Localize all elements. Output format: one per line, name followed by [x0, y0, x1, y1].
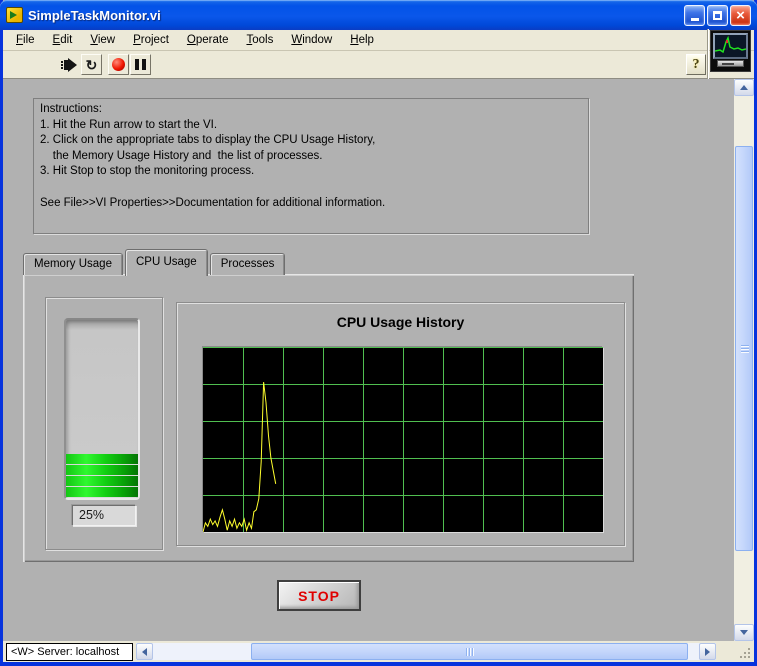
menu-tools[interactable]: Tools: [237, 31, 282, 49]
cpu-tank-container: 25%: [45, 297, 163, 550]
cpu-usage-tank: [64, 318, 140, 500]
abort-button[interactable]: [108, 54, 129, 75]
menu-bar: File Edit View Project Operate Tools Window Hel…: [3, 30, 754, 51]
labview-vi-icon: [6, 7, 23, 23]
tab-memory-usage[interactable]: Memory Usage: [23, 253, 123, 275]
menu-file[interactable]: File: [7, 31, 44, 49]
server-status: <W> Server: localhost: [6, 642, 133, 661]
cpu-usage-history-chart: [203, 347, 603, 532]
menu-help[interactable]: Help: [341, 31, 383, 49]
maximize-icon: [713, 10, 722, 20]
cpu-chart-container: CPU Usage History: [176, 302, 625, 546]
tab-processes[interactable]: Processes: [209, 253, 286, 275]
labview-vi-window: SimpleTaskMonitor.vi × File Edit View Proje…: [0, 0, 757, 666]
tank-fill-level: [66, 453, 138, 498]
continuous-run-icon: ↻: [85, 56, 98, 73]
vertical-scroll-thumb[interactable]: [735, 146, 753, 551]
pause-icon: [135, 59, 146, 70]
status-bar: <W> Server: localhost: [3, 641, 754, 662]
arrow-up-icon: [740, 85, 748, 90]
menu-window[interactable]: Window: [282, 31, 341, 49]
horizontal-scroll-thumb[interactable]: [251, 643, 689, 660]
cpu-usage-value: 25%: [72, 505, 136, 526]
maximize-button[interactable]: [707, 4, 728, 26]
window-title: SimpleTaskMonitor.vi: [28, 7, 161, 23]
front-panel: Instructions: 1. Hit the Run arrow to st…: [3, 79, 734, 641]
menu-edit[interactable]: Edit: [44, 31, 82, 49]
context-help-button[interactable]: ?: [686, 54, 706, 75]
labview-logo-icon: [710, 30, 751, 72]
scroll-down-button[interactable]: [734, 624, 754, 641]
close-icon: ×: [736, 6, 745, 24]
chart-title: CPU Usage History: [336, 314, 465, 330]
continuous-run-button[interactable]: ↻: [81, 54, 102, 75]
scroll-left-button[interactable]: [136, 643, 153, 660]
resize-grip[interactable]: [716, 641, 754, 662]
pause-button[interactable]: [130, 54, 151, 75]
instructions-text: Instructions: 1. Hit the Run arrow to st…: [33, 98, 589, 234]
toolbar-separator: [707, 29, 709, 79]
scroll-right-button[interactable]: [699, 643, 716, 660]
tab-control: Memory Usage CPU Usage Processes: [23, 248, 287, 276]
menu-operate[interactable]: Operate: [178, 31, 238, 49]
menu-project[interactable]: Project: [124, 31, 178, 49]
menu-view[interactable]: View: [81, 31, 124, 49]
arrow-right-icon: [705, 647, 710, 656]
close-button[interactable]: ×: [730, 4, 751, 26]
abort-icon: [112, 58, 125, 71]
toolbar: ↻ ?: [3, 29, 754, 79]
arrow-left-icon: [142, 647, 147, 656]
horizontal-scroll-track[interactable]: [153, 643, 699, 660]
minimize-icon: [690, 17, 699, 21]
horizontal-scrollbar[interactable]: [136, 643, 716, 660]
stop-button[interactable]: STOP: [277, 580, 361, 611]
title-bar[interactable]: SimpleTaskMonitor.vi ×: [0, 0, 757, 30]
tab-page-cpu-usage: 25% CPU Usage History: [23, 274, 634, 562]
run-arrow-icon: [61, 57, 77, 72]
run-button[interactable]: [59, 54, 80, 75]
vertical-scrollbar[interactable]: [734, 79, 754, 641]
minimize-button[interactable]: [684, 4, 705, 26]
arrow-down-icon: [740, 630, 748, 635]
tab-cpu-usage[interactable]: CPU Usage: [124, 249, 208, 276]
scroll-up-button[interactable]: [734, 79, 754, 96]
